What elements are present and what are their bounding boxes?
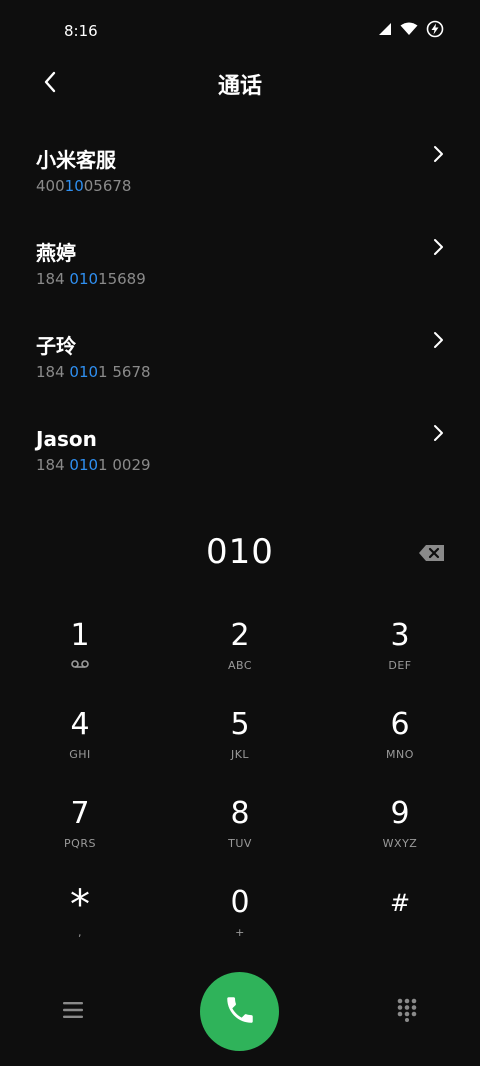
key-2[interactable]: 2 ABC [160,616,320,705]
dialpad-icon [397,998,417,1026]
keypad-row: 4 GHI 5 JKL 6 MNO [0,705,480,794]
key-3[interactable]: 3 DEF [320,616,480,705]
contact-item[interactable]: 燕婷 184 01015689 [0,221,480,314]
key-6[interactable]: 6 MNO [320,705,480,794]
key-8[interactable]: 8 TUV [160,794,320,883]
keypad-row: * , 0 + # [0,883,480,972]
call-button[interactable] [200,972,279,1051]
key-1[interactable]: 1 [0,616,160,705]
wifi-icon [400,22,418,36]
status-icons [378,20,444,38]
dialed-number-display: 010 [0,528,480,584]
status-bar: 8:16 [0,0,480,60]
contact-name: Jason [36,427,97,451]
backspace-icon[interactable] [418,543,446,563]
key-star[interactable]: * , [0,883,160,972]
voicemail-icon [0,658,160,674]
dialpad-toggle-button[interactable] [388,994,426,1030]
keypad-row: 1 2 ABC 3 DEF [0,616,480,705]
app-bar: 通话 [0,60,480,106]
contact-name: 燕婷 [36,241,76,265]
contact-item[interactable]: Jason 184 0101 0029 [0,407,480,500]
contact-item[interactable]: 子玲 184 0101 5678 [0,314,480,407]
chevron-right-icon[interactable] [428,330,448,350]
battery-charging-icon [426,20,444,38]
bottom-bar [0,972,480,1052]
key-9[interactable]: 9 WXYZ [320,794,480,883]
dialed-number: 010 [206,532,274,572]
key-5[interactable]: 5 JKL [160,705,320,794]
phone-icon [223,993,257,1031]
key-hash[interactable]: # [320,883,480,972]
contact-item[interactable]: 小米客服 4001005678 [0,128,480,221]
key-0[interactable]: 0 + [160,883,320,972]
contact-number: 184 01015689 [36,270,146,288]
keypad-row: 7 PQRS 8 TUV 9 WXYZ [0,794,480,883]
key-4[interactable]: 4 GHI [0,705,160,794]
dial-keypad: 1 2 ABC 3 DEF 4 GHI 5 JKL 6 MNO 7 PQRS 8… [0,616,480,972]
chevron-right-icon[interactable] [428,144,448,164]
contact-name: 子玲 [36,334,76,358]
key-7[interactable]: 7 PQRS [0,794,160,883]
page-title: 通话 [217,74,262,99]
contact-suggestion-list: 小米客服 4001005678 燕婷 184 01015689 子玲 184 0… [0,128,480,500]
contact-name: 小米客服 [36,148,116,172]
status-time: 8:16 [64,22,98,40]
contact-number: 184 0101 0029 [36,456,151,474]
signal-icon [378,22,392,36]
chevron-right-icon[interactable] [428,423,448,443]
contact-number: 4001005678 [36,177,132,195]
chevron-right-icon[interactable] [428,237,448,257]
contact-number: 184 0101 5678 [36,363,151,381]
menu-icon [63,1001,83,1023]
menu-button[interactable] [54,994,92,1030]
